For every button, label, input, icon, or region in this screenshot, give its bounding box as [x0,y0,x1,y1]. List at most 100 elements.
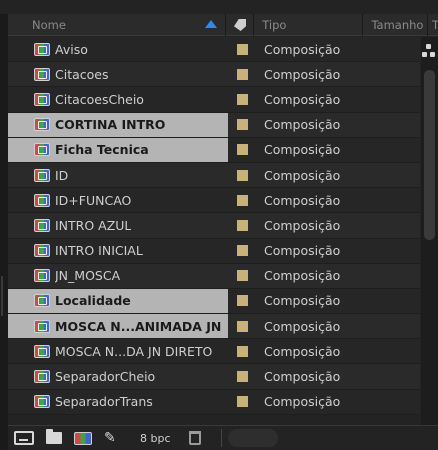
flowchart-pen-button[interactable]: ✎ [104,429,120,447]
item-name-cell[interactable]: SeparadorTrans [8,390,228,414]
interpret-footage-button[interactable] [8,429,34,447]
list-item[interactable]: SeparadorTrans Composição [8,389,420,415]
flowchart-pen-icon: ✎ [104,430,116,446]
item-label-cell[interactable] [228,119,256,131]
label-color-swatch[interactable] [236,371,248,383]
column-name-header[interactable]: Nome [8,13,227,36]
label-color-swatch[interactable] [236,43,248,55]
new-folder-button[interactable] [46,429,62,447]
label-color-swatch[interactable] [236,270,248,282]
list-item[interactable]: CORTINA INTRO Composição [8,112,420,138]
list-item[interactable]: MOSCA N...DA JN DIRETO Composição [8,339,420,365]
bit-depth-button[interactable]: 8 bpc [132,432,179,445]
list-item[interactable]: MOSCA N...ANIMADA JN Composição [8,314,420,340]
label-color-swatch[interactable] [236,119,248,131]
list-item[interactable]: Ficha Tecnica Composição [8,137,420,163]
list-item[interactable]: Aviso Composição [8,37,420,63]
item-name-cell[interactable]: Ficha Tecnica [8,137,228,162]
item-name-cell[interactable]: CORTINA INTRO [8,112,228,137]
composition-icon [34,269,50,283]
item-name: CORTINA INTRO [55,117,166,133]
flowchart-icon[interactable] [422,44,436,58]
item-label-cell[interactable] [228,320,256,332]
item-name-cell[interactable]: Citacoes [8,62,228,86]
item-label-cell[interactable] [228,371,256,383]
label-color-swatch[interactable] [236,245,248,257]
item-label-cell[interactable] [228,68,256,80]
column-name-label: Nome [32,17,66,32]
list-item[interactable]: SeparadorCheio Composição [8,364,420,390]
new-composition-icon [74,431,92,445]
list-item[interactable]: ID Composição [8,162,420,189]
item-name-cell[interactable]: INTRO AZUL [8,213,228,237]
list-item[interactable]: CitacoesCheio Composição [8,87,420,113]
list-item[interactable]: JN_MOSCA Composição [8,263,420,289]
sort-ascending-icon[interactable] [205,19,218,28]
column-extra-header[interactable]: T [428,14,438,36]
list-item[interactable]: INTRO AZUL Composição [8,213,420,239]
item-type: Composição [264,142,341,158]
item-name-cell[interactable]: MOSCA N...DA JN DIRETO [8,339,228,363]
label-color-swatch[interactable] [236,144,248,156]
column-label-header[interactable] [226,13,255,36]
toolbar-divider [220,429,222,447]
item-type: Composição [264,268,341,284]
column-size-header[interactable]: Tamanho [363,13,428,36]
item-name: SeparadorTrans [55,394,153,410]
item-name: JN_MOSCA [55,268,121,284]
composition-icon [34,370,50,384]
item-label-cell[interactable] [228,396,256,408]
item-name: SeparadorCheio [55,369,156,385]
item-label-cell[interactable] [228,345,256,357]
item-type: Composição [264,369,341,385]
label-tag-icon [234,19,246,31]
label-color-swatch[interactable] [236,169,248,181]
item-name-cell[interactable]: ID [8,163,228,187]
item-name: ID+FUNCAO [55,192,132,208]
list-item[interactable]: ID+FUNCAO Composição [8,188,420,214]
label-color-swatch[interactable] [236,93,248,105]
trash-icon [188,431,201,445]
item-label-cell[interactable] [228,245,256,257]
label-color-swatch[interactable] [236,194,248,206]
item-name-cell[interactable]: JN_MOSCA [8,264,228,288]
new-composition-button[interactable] [74,429,92,447]
list-item[interactable]: Localidade Composição [8,288,420,315]
item-label-cell[interactable] [228,194,256,206]
item-label-cell[interactable] [228,93,256,105]
list-item[interactable]: Citacoes Composição [8,62,420,88]
label-color-swatch[interactable] [236,219,248,231]
item-name-cell[interactable]: CitacoesCheio [8,87,228,111]
column-type-header[interactable]: Tipo [254,13,364,36]
item-label-cell[interactable] [228,144,256,156]
item-name-cell[interactable]: SeparadorCheio [8,364,228,388]
item-name-cell[interactable]: INTRO INICIAL [8,239,228,263]
scrollbar-thumb[interactable] [424,70,435,240]
panel-left-edge [0,14,8,450]
label-color-swatch[interactable] [236,396,248,408]
item-type: Composição [264,394,341,410]
label-color-swatch[interactable] [236,295,248,307]
item-name-cell[interactable]: MOSCA N...ANIMADA JN [8,314,228,339]
project-items-list: Aviso Composição Citacoes Composição Citacoe… [8,37,420,415]
item-label-cell[interactable] [228,219,256,231]
item-label-cell[interactable] [228,169,256,181]
item-type: Composição [264,91,341,107]
footer-search-field[interactable] [227,429,278,447]
composition-icon [34,294,50,308]
item-name-cell[interactable]: Localidade [8,288,228,314]
item-type: Composição [264,293,341,309]
item-name-cell[interactable]: Aviso [8,37,228,61]
label-color-swatch[interactable] [236,345,248,357]
list-item[interactable]: INTRO INICIAL Composição [8,238,420,264]
item-label-cell[interactable] [228,43,256,55]
item-name-cell[interactable]: ID+FUNCAO [8,188,228,212]
item-type: Composição [264,318,341,334]
item-label-cell[interactable] [228,295,256,307]
item-name: Ficha Tecnica [55,142,149,158]
item-label-cell[interactable] [228,270,256,282]
label-color-swatch[interactable] [236,68,248,80]
label-color-swatch[interactable] [236,320,248,332]
delete-button[interactable] [188,429,209,447]
composition-icon [34,168,50,182]
